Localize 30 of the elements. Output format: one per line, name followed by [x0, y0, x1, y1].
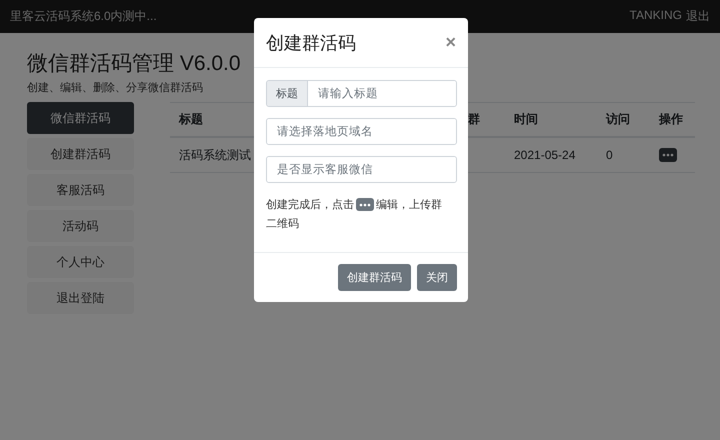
close-button[interactable]: 关闭 [417, 264, 457, 291]
sidebar-item[interactable]: 活动码 [27, 210, 134, 242]
user-name: TANKING [630, 8, 682, 24]
page-subtitle: 创建、编辑、删除、分享微信群活码 [27, 80, 203, 95]
column-header: 访问 [606, 111, 630, 128]
sidebar-item[interactable]: 微信群活码 [27, 102, 134, 134]
table-cell: 0 [606, 148, 613, 162]
sidebar-item[interactable]: 个人中心 [27, 246, 134, 278]
select-field[interactable]: 是否显示客服微信 [266, 156, 457, 183]
table-cell: 2021-05-24 [514, 148, 576, 162]
sidebar-item[interactable]: 退出登陆 [27, 282, 134, 314]
logout-link[interactable]: 退出 [686, 8, 710, 25]
column-header: 时间 [514, 111, 538, 128]
column-header: 群 [468, 111, 480, 128]
help-text: 编辑，上传群 [376, 198, 442, 213]
help-text: 二维码 [266, 216, 299, 232]
app-title: 里客云活码系统6.0内测中... [10, 8, 157, 25]
help-text: 创建完成后，点击 [266, 198, 354, 213]
column-header: 标题 [179, 111, 203, 128]
sidebar-item[interactable]: 客服活码 [27, 174, 134, 206]
page-heading: 微信群活码管理 V6.0.0 [27, 51, 242, 77]
close-icon[interactable]: × [445, 32, 456, 53]
create-button[interactable]: 创建群活码 [338, 264, 411, 291]
dialog-title: 创建群活码 [266, 32, 356, 54]
field-label: 标题 [267, 81, 308, 106]
sidebar-item[interactable]: 创建群活码 [27, 138, 134, 170]
title-input[interactable]: 标题 请输入标题 [266, 80, 457, 107]
column-header: 操作 [659, 111, 683, 128]
table-cell: 活码系统测试 [179, 146, 251, 164]
select-field[interactable]: 请选择落地页域名 [266, 118, 457, 145]
